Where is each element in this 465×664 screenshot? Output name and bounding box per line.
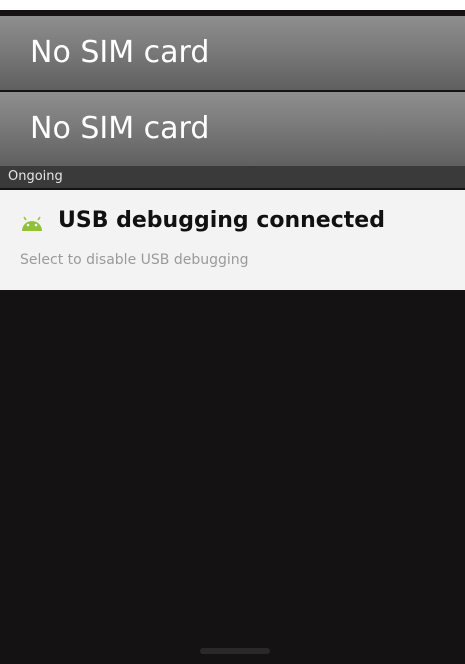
ongoing-section-header: Ongoing <box>0 166 465 188</box>
android-icon <box>20 215 44 231</box>
usb-debugging-notification[interactable]: USB debugging connected Select to disabl… <box>0 190 465 290</box>
notification-shade: No SIM card No SIM card Ongoing USB debu… <box>0 10 465 664</box>
carrier-label-1-text: No SIM card <box>30 35 210 70</box>
shade-drag-handle[interactable] <box>200 648 270 654</box>
notification-subtitle: Select to disable USB debugging <box>20 252 249 268</box>
carrier-label-1: No SIM card <box>0 16 465 90</box>
carrier-label-2-text: No SIM card <box>30 111 210 146</box>
notification-title: USB debugging connected <box>58 208 385 233</box>
carrier-label-2: No SIM card <box>0 92 465 166</box>
section-header-label: Ongoing <box>8 169 63 184</box>
